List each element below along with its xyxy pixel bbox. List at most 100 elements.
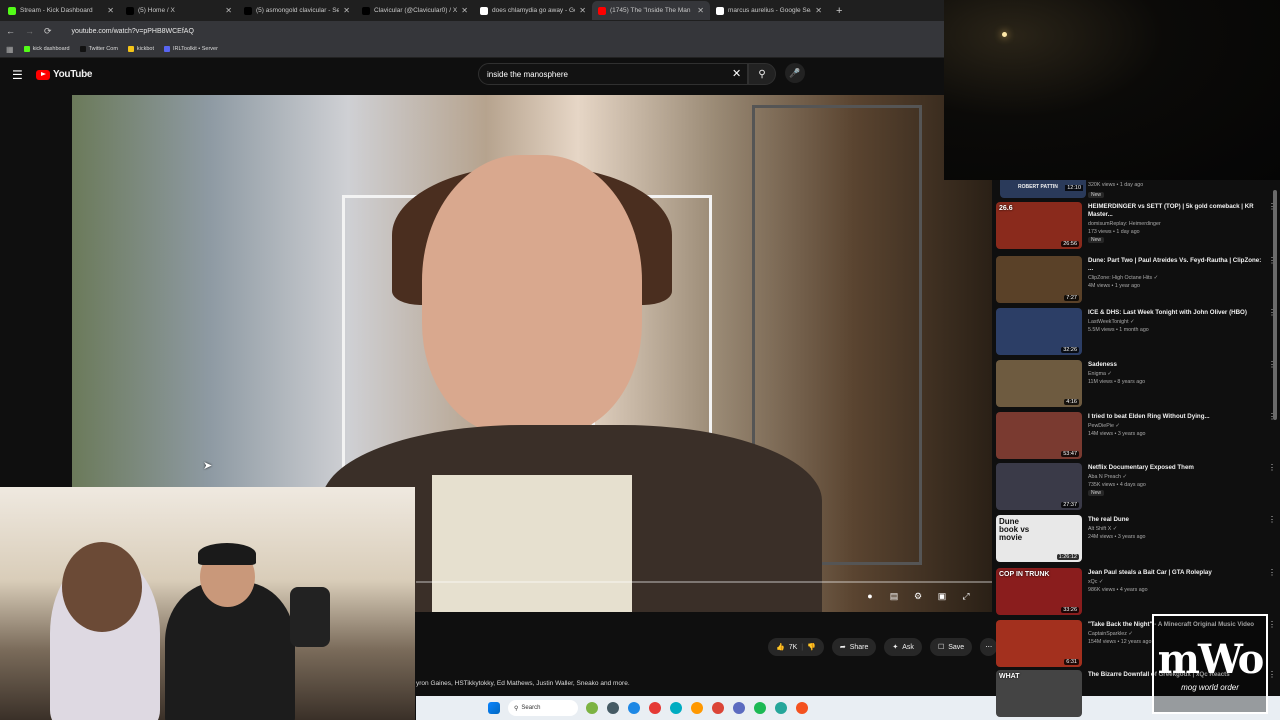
recommendation-title[interactable]: ICE & DHS: Last Week Tonight with John O… xyxy=(1088,309,1262,317)
close-tab-icon[interactable]: ✕ xyxy=(697,6,704,15)
recommendation-title[interactable]: The real Dune xyxy=(1088,516,1262,524)
like-button[interactable]: 👍 7K | 👎 xyxy=(768,638,824,656)
share-button[interactable]: ➦ Share xyxy=(831,638,877,656)
captions-icon[interactable]: ▤ xyxy=(888,590,900,602)
recommendation-item[interactable]: 26.6 26:56 HEIMERDINGER vs SETT (TOP) | … xyxy=(996,202,1276,249)
recommendation-info: HEIMERDINGER vs SETT (TOP) | 5k gold com… xyxy=(1088,202,1262,249)
more-options-icon[interactable]: ⋮ xyxy=(1268,620,1276,667)
more-options-icon[interactable]: ⋮ xyxy=(1268,568,1276,615)
apps-icon[interactable]: ▦ xyxy=(6,45,14,54)
search-input[interactable]: inside the manosphere xyxy=(478,63,748,85)
browser-tab[interactable]: Stream - Kick Dashboard ✕ xyxy=(2,1,120,20)
taskbar-app-icon[interactable] xyxy=(607,702,619,714)
video-progress-bar[interactable] xyxy=(416,581,992,583)
bookmark-item[interactable]: Twitter Com xyxy=(79,46,118,52)
browser-tab[interactable]: does chlamydia go away - Goo ✕ xyxy=(474,1,592,20)
close-tab-icon[interactable]: ✕ xyxy=(815,6,822,15)
back-icon[interactable]: ← xyxy=(6,26,15,36)
voice-search-button[interactable]: 🎤 xyxy=(785,63,805,83)
recommendation-thumbnail[interactable]: 53:47 xyxy=(996,412,1082,459)
taskbar-app-icon[interactable] xyxy=(796,702,808,714)
ask-button[interactable]: ✦ Ask xyxy=(884,638,922,656)
recommendation-title[interactable]: Sadeness xyxy=(1088,361,1262,369)
recommendation-thumbnail[interactable]: 7:27 xyxy=(996,256,1082,303)
taskbar-app-icon[interactable] xyxy=(670,702,682,714)
url-field[interactable]: youtube.com/watch?v=pPHB8WCEfAQ xyxy=(72,28,194,35)
recommendation-channel[interactable]: xQc ✓ xyxy=(1088,579,1262,585)
recommendation-item[interactable]: 7:27 Dune: Part Two | Paul Atreides Vs. … xyxy=(996,256,1276,303)
recommendation-item[interactable]: COP IN TRUNK 33:26 Jean Paul steals a Ba… xyxy=(996,568,1276,615)
recommendation-thumbnail[interactable]: WHAT xyxy=(996,670,1082,717)
autoplay-toggle-icon[interactable]: ● xyxy=(864,590,876,602)
video-description[interactable]: yron Gaines, HSTikkytokky, Ed Mathews, J… xyxy=(416,680,630,687)
forward-icon[interactable]: → xyxy=(25,26,34,36)
recommendation-title[interactable]: Dune: Part Two | Paul Atreides Vs. Feyd-… xyxy=(1088,257,1262,273)
new-tab-button[interactable]: + xyxy=(836,5,842,17)
recommendation-thumbnail[interactable]: 4:16 xyxy=(996,360,1082,407)
recommendation-title[interactable]: I tried to beat Elden Ring Without Dying… xyxy=(1088,413,1262,421)
recommendation-thumbnail[interactable]: Dune book vs movie 1:26:12 xyxy=(996,515,1082,562)
person-face xyxy=(422,155,642,435)
taskbar-app-icon[interactable] xyxy=(628,702,640,714)
recommendation-item[interactable]: 4:16 Sadeness Enigma ✓ 11M views • 8 yea… xyxy=(996,360,1276,407)
more-options-icon[interactable]: ⋮ xyxy=(1268,463,1276,510)
recommendation-channel[interactable]: ClipZone: High Octane Hits ✓ xyxy=(1088,275,1262,281)
reload-icon[interactable]: ⟳ xyxy=(44,26,52,37)
fullscreen-icon[interactable]: ⤢ xyxy=(960,590,972,602)
recommendation-channel[interactable]: Alt Shift X ✓ xyxy=(1088,526,1262,532)
taskbar-app-icon[interactable] xyxy=(649,702,661,714)
browser-tab[interactable]: (1745) The "Inside The Man ✕ xyxy=(592,1,710,20)
bookmark-item[interactable]: kickbot xyxy=(127,46,154,52)
recommendation-title[interactable]: Netflix Documentary Exposed Them xyxy=(1088,464,1262,472)
recommendation-thumbnail[interactable]: COP IN TRUNK 33:26 xyxy=(996,568,1082,615)
recommendation-channel[interactable]: LastWeekTonight ✓ xyxy=(1088,319,1262,325)
youtube-logo[interactable]: YouTube xyxy=(36,69,93,80)
close-tab-icon[interactable]: ✕ xyxy=(107,6,114,15)
bookmark-item[interactable]: kick dashboard xyxy=(23,46,70,52)
clear-search-icon[interactable]: ✕ xyxy=(732,67,741,80)
search-button[interactable]: ⚲ xyxy=(748,63,776,85)
more-options-icon[interactable]: ⋮ xyxy=(1268,670,1276,717)
browser-tab[interactable]: Clavicular (@Clavicular0) / X ✕ xyxy=(356,1,474,20)
recommendation-channel[interactable]: PewDiePie ✓ xyxy=(1088,423,1262,429)
close-tab-icon[interactable]: ✕ xyxy=(343,6,350,15)
recommendation-item[interactable]: 27:37 Netflix Documentary Exposed Them A… xyxy=(996,463,1276,510)
taskbar-search[interactable]: ⚲ Search xyxy=(508,700,578,716)
browser-tab[interactable]: (5) Home / X ✕ xyxy=(120,1,238,20)
taskbar-app-icon[interactable] xyxy=(712,702,724,714)
taskbar-app-icon[interactable] xyxy=(754,702,766,714)
scrollbar[interactable] xyxy=(1273,190,1277,420)
thumbs-down-icon[interactable]: 👎 xyxy=(807,643,816,651)
close-tab-icon[interactable]: ✕ xyxy=(225,6,232,15)
miniplayer-icon[interactable]: ▣ xyxy=(936,590,948,602)
recommendation-channel[interactable]: Enigma ✓ xyxy=(1088,371,1262,377)
save-button[interactable]: ☐ Save xyxy=(929,638,973,656)
browser-tab[interactable]: (5) asmongold clavicular - Sear ✕ xyxy=(238,1,356,20)
recommendation-channel[interactable]: Aba N Preach ✓ xyxy=(1088,474,1262,480)
recommendation-title[interactable]: Jean Paul steals a Bait Car | GTA Rolepl… xyxy=(1088,569,1262,577)
recommendation-thumbnail[interactable]: 26.6 26:56 xyxy=(996,202,1082,249)
windows-start-icon[interactable] xyxy=(488,702,500,714)
taskbar-app-icon[interactable] xyxy=(775,702,787,714)
recommendation-item[interactable]: 32:26 ICE & DHS: Last Week Tonight with … xyxy=(996,308,1276,355)
browser-tab[interactable]: marcus aurelius - Google Searc ✕ xyxy=(710,1,828,20)
close-tab-icon[interactable]: ✕ xyxy=(461,6,468,15)
recommendation-title[interactable]: HEIMERDINGER vs SETT (TOP) | 5k gold com… xyxy=(1088,203,1262,219)
taskbar-app-icon[interactable] xyxy=(733,702,745,714)
menu-icon[interactable]: ☰ xyxy=(12,68,23,82)
recommendation-thumbnail[interactable]: 27:37 xyxy=(996,463,1082,510)
recommendation-channel[interactable]: domisumReplay: Heimerdinger xyxy=(1088,221,1262,227)
more-actions-button[interactable]: ⋯ xyxy=(980,638,998,656)
recommendation-thumbnail[interactable]: 6:31 xyxy=(996,620,1082,667)
recommendation-thumbnail[interactable]: 32:26 xyxy=(996,308,1082,355)
bookmark-item[interactable]: IRLToolkit • Server xyxy=(164,46,218,52)
close-tab-icon[interactable]: ✕ xyxy=(579,6,586,15)
taskbar-app-icon[interactable] xyxy=(691,702,703,714)
taskbar-app-icon[interactable] xyxy=(586,702,598,714)
recommendation-item[interactable]: 53:47 I tried to beat Elden Ring Without… xyxy=(996,412,1276,459)
recommendation-meta: 173 views • 1 day ago xyxy=(1088,229,1140,236)
more-options-icon[interactable]: ⋮ xyxy=(1268,515,1276,562)
recommendation-item[interactable]: Dune book vs movie 1:26:12 The real Dune… xyxy=(996,515,1276,562)
settings-gear-icon[interactable]: ⚙ xyxy=(912,590,924,602)
bookmark-label: Twitter Com xyxy=(88,46,118,52)
